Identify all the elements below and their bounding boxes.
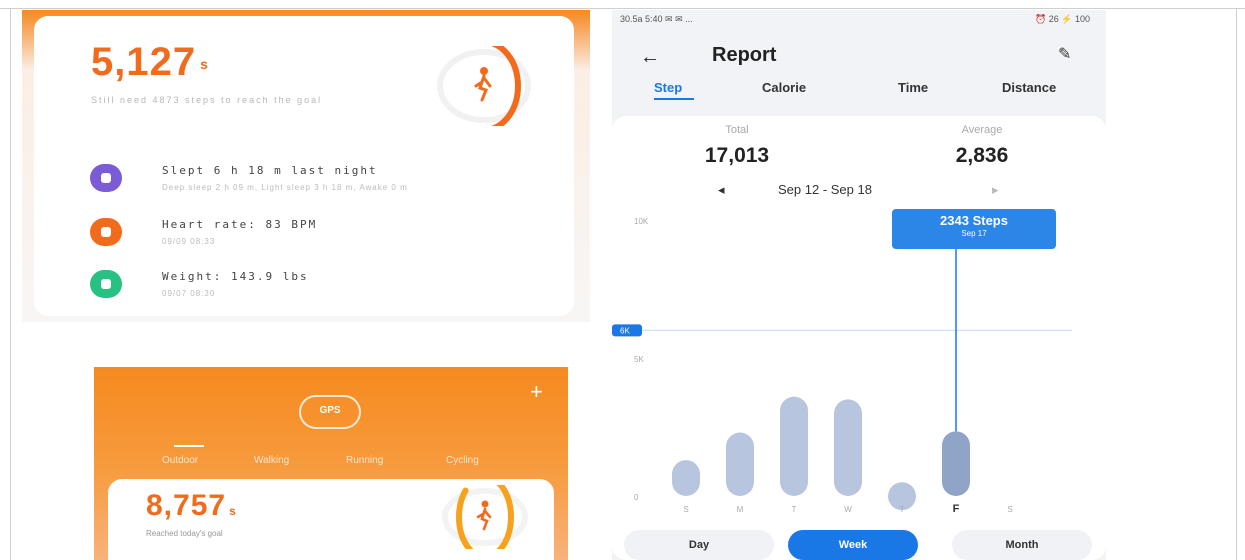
health-row-subtitle: 09/09 08:33: [162, 237, 216, 246]
segment-day[interactable]: Day: [624, 530, 774, 560]
add-icon[interactable]: +: [530, 379, 543, 405]
x-tick-label: S: [1007, 505, 1012, 514]
total-value: 17,013: [704, 144, 770, 167]
tab-time[interactable]: Time: [898, 80, 928, 95]
heart-icon: [90, 218, 122, 246]
top-divider: [0, 8, 1245, 9]
y-tick-label: 10K: [634, 217, 649, 226]
health-row-subtitle: 09/07 08:30: [162, 289, 216, 298]
x-tick-label: W: [844, 505, 852, 514]
goal-reached-text: Reached today's goal: [146, 529, 223, 538]
walking-icon: [474, 67, 492, 102]
tab-running[interactable]: Running: [346, 455, 383, 466]
health-row-title: Slept 6 h 18 m last night: [162, 164, 378, 177]
tab-distance[interactable]: Distance: [1002, 80, 1056, 95]
tab-outdoor[interactable]: Outdoor: [162, 455, 198, 466]
workout-step-count: 8,757 s: [146, 489, 237, 522]
total-label: Total: [725, 124, 749, 136]
edit-icon[interactable]: ✎: [1058, 44, 1071, 64]
moon-icon: [90, 164, 122, 192]
report-screen: 30.5a 5:40 ✉ ✉ ... ⏰ 26 ⚡ 100 ← Report ✎…: [612, 10, 1106, 560]
bar: [726, 432, 754, 496]
workout-steps-card[interactable]: 8,757 s Reached today's goal: [108, 479, 554, 560]
steps-progress-ring: [437, 46, 531, 126]
screenshot-frame: 5,127 s Still need 4873 steps to reach th…: [0, 0, 1245, 560]
tab-walking[interactable]: Walking: [254, 455, 289, 466]
gps-status-ring[interactable]: GPS: [299, 395, 361, 429]
bar: [672, 460, 700, 496]
y-tick-label: 5K: [634, 355, 644, 364]
right-divider: [1236, 8, 1237, 560]
x-tick-label: S: [683, 505, 688, 514]
health-row-subtitle: Deep sleep 2 h 09 m, Light sleep 3 h 18 …: [162, 183, 408, 192]
scale-icon: [90, 270, 122, 298]
steps-bar-chart[interactable]: 10K 5K 0 6K S M T W T F S: [612, 200, 1106, 530]
tooltip-steps: 2343 Steps: [940, 213, 1008, 228]
workout-panel: GPS + Outdoor Walking Running Cycling 8,…: [94, 367, 568, 560]
x-tick-label: T: [900, 505, 905, 514]
step-count: 5,127 s: [91, 40, 209, 84]
tab-cycling[interactable]: Cycling: [446, 455, 479, 466]
average-label: Average: [961, 124, 1003, 136]
tab-calorie[interactable]: Calorie: [762, 80, 806, 95]
tab-indicator: [174, 445, 204, 447]
status-bar: 30.5a 5:40 ✉ ✉ ... ⏰ 26 ⚡ 100: [620, 14, 1090, 25]
health-row-title: Weight: 143.9 lbs: [162, 270, 309, 283]
average-value: 2,836: [955, 144, 1009, 167]
date-range: Sep 12 - Sep 18: [778, 182, 872, 197]
goal-line-label: 6K: [620, 326, 630, 335]
steps-summary-card[interactable]: 5,127 s Still need 4873 steps to reach th…: [34, 16, 574, 316]
status-right: ⏰ 26 ⚡ 100: [1035, 14, 1090, 24]
chart-tooltip: 2343 Steps Sep 17: [892, 209, 1056, 249]
x-tick-label: T: [792, 505, 797, 514]
gps-label: GPS: [319, 405, 341, 416]
tab-underline: [654, 98, 694, 100]
bar: [780, 396, 808, 496]
bar: [942, 431, 970, 496]
health-row-title: Heart rate: 83 BPM: [162, 218, 318, 231]
page-title: Report: [712, 44, 777, 66]
segment-week[interactable]: Week: [788, 530, 918, 560]
segment-month[interactable]: Month: [952, 530, 1092, 560]
status-left: 30.5a 5:40 ✉ ✉ ...: [620, 14, 693, 24]
workout-progress-ring: [442, 485, 528, 549]
left-divider: [10, 8, 11, 560]
x-tick-label: F: [953, 503, 960, 515]
walking-icon: [476, 500, 492, 531]
step-goal-text: Still need 4873 steps to reach the goal: [91, 95, 323, 105]
prev-week-button[interactable]: ◂: [718, 182, 725, 198]
back-arrow-icon[interactable]: ←: [640, 46, 660, 69]
x-tick-label: M: [737, 505, 744, 514]
bar: [834, 399, 862, 496]
summary-panel: 5,127 s Still need 4873 steps to reach th…: [22, 10, 590, 322]
tab-step[interactable]: Step: [654, 80, 682, 95]
y-tick-label: 0: [634, 493, 639, 502]
next-week-button[interactable]: ▸: [992, 182, 999, 198]
tooltip-date: Sep 17: [961, 229, 987, 238]
